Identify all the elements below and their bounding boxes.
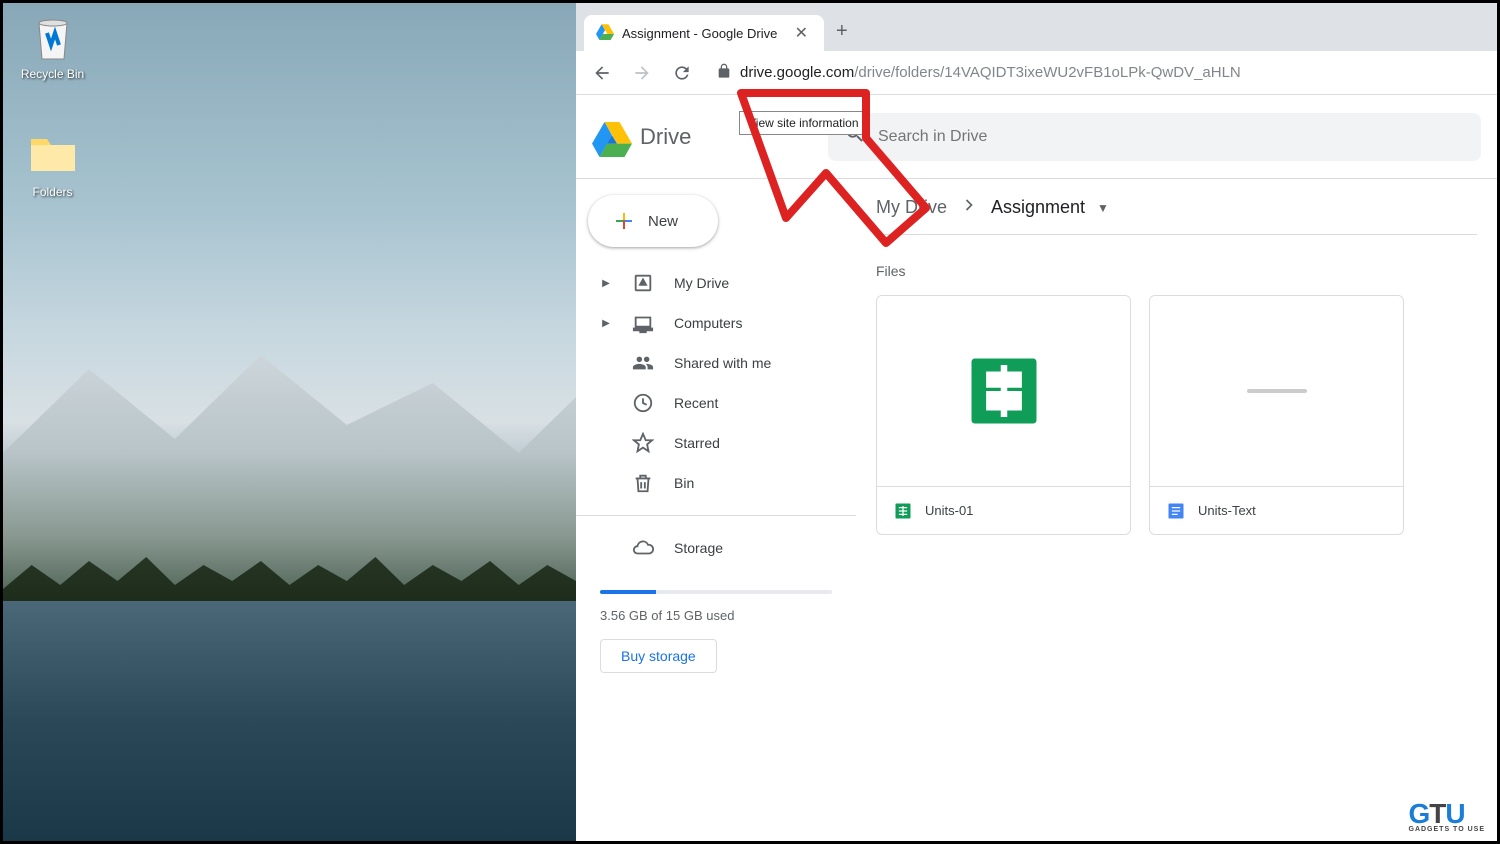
url-field[interactable]: drive.google.com/drive/folders/14VAQIDT3… bbox=[704, 57, 1489, 89]
file-footer: Units-01 bbox=[877, 486, 1130, 534]
sidebar-item-my-drive[interactable]: ▶ My Drive bbox=[576, 263, 856, 303]
watermark: GTU GADGETS TO USE bbox=[1409, 798, 1486, 833]
docs-icon bbox=[1166, 501, 1186, 521]
desktop-background: Recycle Bin Folders bbox=[3, 3, 576, 841]
files-grid: Units-01 Units-Text bbox=[876, 295, 1477, 535]
sheets-icon bbox=[893, 501, 913, 521]
shared-icon bbox=[632, 352, 654, 374]
drive-main: New ▶ My Drive ▶ Computers bbox=[576, 179, 1497, 841]
breadcrumb: My Drive Assignment ▼ bbox=[876, 195, 1477, 235]
browser-tab[interactable]: Assignment - Google Drive ✕ bbox=[584, 15, 824, 51]
folder-icon bbox=[29, 133, 77, 181]
storage-progress-fill bbox=[600, 590, 656, 594]
drive-logo-text: Drive bbox=[640, 124, 691, 150]
sidebar-item-label: Computers bbox=[674, 315, 742, 331]
doc-preview-line bbox=[1247, 389, 1307, 393]
sidebar-item-label: Storage bbox=[674, 540, 723, 556]
files-section-label: Files bbox=[876, 263, 1477, 279]
sidebar-item-label: My Drive bbox=[674, 275, 729, 291]
drive-logo-icon bbox=[592, 117, 632, 157]
browser-window: Assignment - Google Drive ✕ + drive.goog… bbox=[576, 3, 1497, 841]
url-path: /drive/folders/14VAQIDT3ixeWU2vFB1oLPk-Q… bbox=[854, 64, 1241, 81]
sidebar: New ▶ My Drive ▶ Computers bbox=[576, 179, 856, 841]
cloud-icon bbox=[632, 537, 654, 559]
sheets-large-icon bbox=[965, 352, 1043, 430]
sidebar-item-label: Starred bbox=[674, 435, 720, 451]
chevron-down-icon[interactable]: ▼ bbox=[1097, 201, 1109, 215]
sidebar-item-bin[interactable]: Bin bbox=[576, 463, 856, 503]
star-icon bbox=[632, 432, 654, 454]
file-footer: Units-Text bbox=[1150, 486, 1403, 534]
new-button-label: New bbox=[648, 213, 678, 230]
sidebar-item-recent[interactable]: Recent bbox=[576, 383, 856, 423]
site-info-tooltip: View site information bbox=[739, 111, 868, 135]
storage-progress-bar bbox=[600, 590, 832, 594]
address-bar: drive.google.com/drive/folders/14VAQIDT3… bbox=[576, 51, 1497, 95]
sidebar-divider bbox=[576, 515, 856, 516]
breadcrumb-current[interactable]: Assignment bbox=[991, 197, 1085, 218]
sidebar-item-label: Shared with me bbox=[674, 355, 771, 371]
back-button[interactable] bbox=[584, 55, 620, 91]
forward-button[interactable] bbox=[624, 55, 660, 91]
drive-storage-icon bbox=[632, 272, 654, 294]
sidebar-item-computers[interactable]: ▶ Computers bbox=[576, 303, 856, 343]
storage-used-text: 3.56 GB of 15 GB used bbox=[600, 608, 832, 623]
expand-icon[interactable]: ▶ bbox=[600, 318, 612, 329]
recent-icon bbox=[632, 392, 654, 414]
desktop-icon-label: Folders bbox=[15, 185, 90, 199]
sidebar-item-storage[interactable]: Storage bbox=[576, 528, 856, 568]
sidebar-item-label: Recent bbox=[674, 395, 718, 411]
plus-icon bbox=[612, 209, 636, 233]
sidebar-item-label: Bin bbox=[674, 475, 694, 491]
new-button[interactable]: New bbox=[588, 195, 718, 247]
expand-icon[interactable]: ▶ bbox=[600, 278, 612, 289]
desktop-icon-recycle-bin[interactable]: Recycle Bin bbox=[15, 15, 90, 81]
tab-title: Assignment - Google Drive bbox=[622, 26, 783, 41]
content-area: My Drive Assignment ▼ Files bbox=[856, 179, 1497, 841]
search-input[interactable] bbox=[878, 128, 1465, 146]
file-preview bbox=[1150, 296, 1403, 486]
breadcrumb-parent[interactable]: My Drive bbox=[876, 197, 947, 218]
storage-section: 3.56 GB of 15 GB used Buy storage bbox=[576, 568, 856, 681]
file-card[interactable]: Units-01 bbox=[876, 295, 1131, 535]
search-bar[interactable] bbox=[828, 113, 1481, 161]
file-preview bbox=[877, 296, 1130, 486]
trash-icon bbox=[632, 472, 654, 494]
file-name: Units-Text bbox=[1198, 503, 1256, 518]
buy-storage-button[interactable]: Buy storage bbox=[600, 639, 717, 673]
reload-button[interactable] bbox=[664, 55, 700, 91]
new-tab-button[interactable]: + bbox=[824, 12, 860, 51]
tab-bar: Assignment - Google Drive ✕ + bbox=[576, 3, 1497, 51]
lock-icon[interactable] bbox=[716, 63, 732, 83]
url-host: drive.google.com bbox=[740, 64, 854, 81]
chevron-right-icon bbox=[959, 195, 979, 220]
drive-header: Drive bbox=[576, 95, 1497, 179]
computers-icon bbox=[632, 312, 654, 334]
desktop-icon-label: Recycle Bin bbox=[15, 67, 90, 81]
drive-favicon bbox=[596, 22, 614, 45]
sidebar-item-shared[interactable]: Shared with me bbox=[576, 343, 856, 383]
wallpaper-water bbox=[3, 601, 576, 841]
sidebar-item-starred[interactable]: Starred bbox=[576, 423, 856, 463]
desktop-icon-folders[interactable]: Folders bbox=[15, 133, 90, 199]
tab-close-button[interactable]: ✕ bbox=[791, 21, 812, 45]
file-card[interactable]: Units-Text bbox=[1149, 295, 1404, 535]
recycle-bin-icon bbox=[29, 15, 77, 63]
file-name: Units-01 bbox=[925, 503, 973, 518]
